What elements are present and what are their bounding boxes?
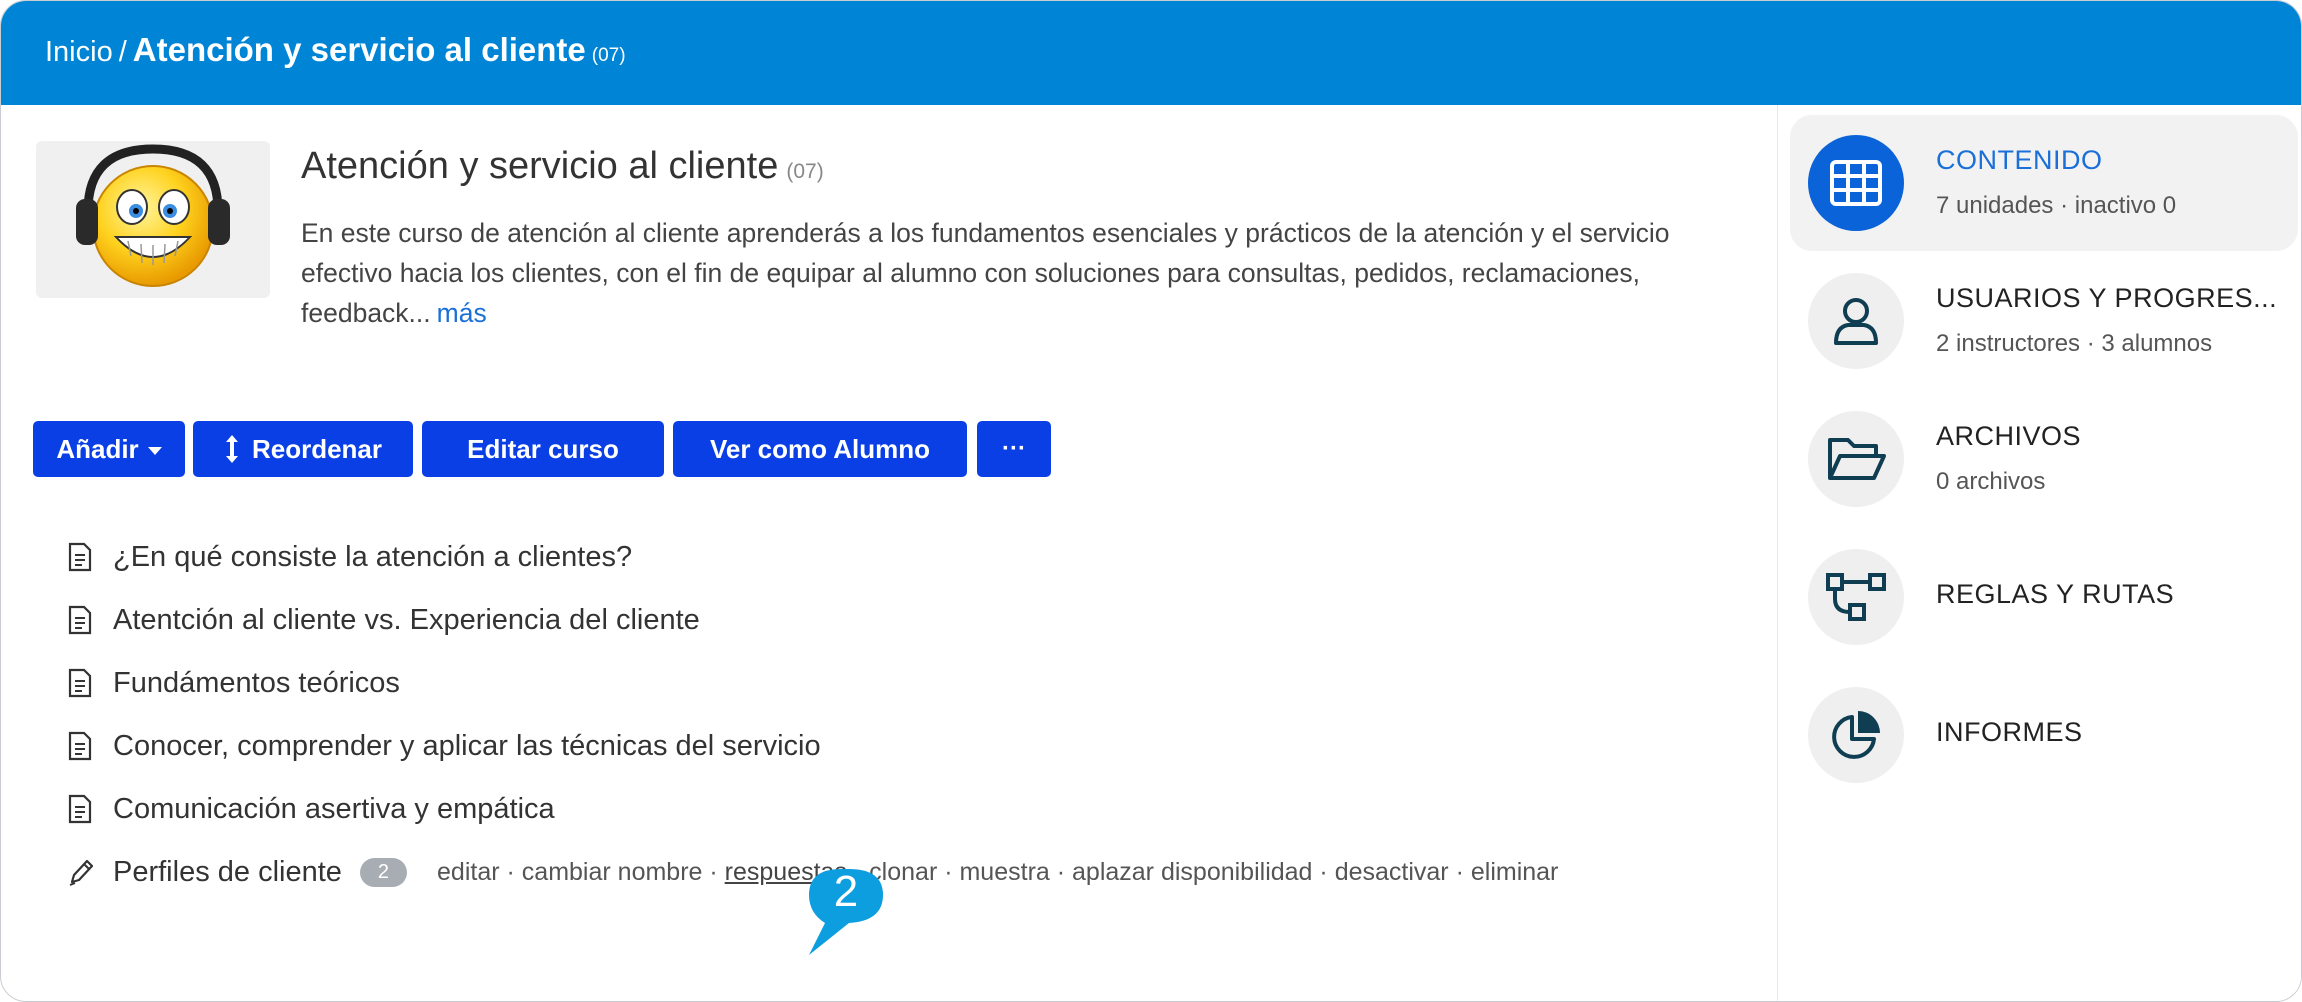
flow-icon: [1826, 573, 1886, 621]
document-icon: [68, 794, 92, 824]
sidebar-item-label: REGLAS Y RUTAS: [1936, 579, 2175, 609]
action-separator: ·: [499, 857, 522, 886]
sidebar-item-label: ARCHIVOS: [1936, 421, 2082, 451]
sidebar-item-label: CONTENIDO: [1936, 145, 2103, 175]
postpone-action-link[interactable]: aplazar disponibilidad: [1072, 858, 1312, 886]
top-bar: Inicio / Atención y servicio al cliente (07…: [1, 1, 2301, 105]
caret-down-icon: [147, 446, 162, 455]
user-icon: [1834, 298, 1878, 345]
breadcrumb-code: (07): [591, 45, 626, 66]
add-button-label: Añadir: [56, 433, 139, 464]
folder-icon-circle: [1808, 411, 1904, 507]
more-options-button[interactable]: ···: [977, 421, 1051, 477]
reorder-button[interactable]: Reordenar: [193, 421, 413, 477]
lesson-title[interactable]: Conocer, comprender y aplicar las técnic…: [113, 730, 821, 763]
sidebar-item-content[interactable]: CONTENIDO 7 unidades · inactivo 0: [1790, 115, 2298, 251]
more-link[interactable]: más: [437, 298, 487, 328]
sidebar-item-users[interactable]: USUARIOS Y PROGRES... 2 instructores · 3…: [1790, 253, 2298, 389]
sidebar-item-label: INFORMES: [1936, 717, 2083, 747]
sidebar-item-files[interactable]: ARCHIVOS 0 archivos: [1790, 391, 2298, 527]
sidebar-item-rules[interactable]: REGLAS Y RUTAS: [1790, 529, 2298, 665]
sample-action-link[interactable]: muestra: [959, 858, 1049, 886]
pencil-icon: [69, 859, 93, 886]
edit-action-link[interactable]: editar: [437, 858, 500, 886]
breadcrumb-separator: /: [118, 36, 127, 68]
lesson-item[interactable]: Conocer, comprender y aplicar las técnic…: [67, 724, 821, 768]
course-description: En este curso de atención al cliente apr…: [301, 213, 1721, 333]
breadcrumb-home-link[interactable]: Inicio: [45, 36, 113, 68]
app-window: Inicio / Atención y servicio al cliente (07…: [0, 0, 2302, 1002]
sidebar-item-label: USUARIOS Y PROGRES...: [1936, 283, 2278, 313]
action-separator: ·: [937, 857, 960, 886]
course-code: (07): [786, 160, 824, 183]
lesson-item[interactable]: ¿En qué consiste la atención a clientes?: [67, 535, 632, 579]
sidebar-item-sub: 0 archivos: [1936, 468, 2046, 495]
flow-icon-circle: [1808, 549, 1904, 645]
grid-icon: [1830, 160, 1882, 206]
reorder-arrows-icon: [225, 435, 238, 463]
deactivate-action-link[interactable]: desactivar: [1335, 858, 1449, 886]
reorder-button-label: Reordenar: [251, 433, 383, 464]
more-options-label: ···: [1002, 435, 1026, 462]
sidebar-item-reports[interactable]: INFORMES: [1790, 667, 2298, 803]
edit-course-label: Editar curso: [467, 433, 619, 464]
lesson-title[interactable]: Fundámentos teóricos: [113, 667, 400, 700]
action-separator: ·: [1049, 857, 1073, 886]
document-icon: [68, 605, 92, 635]
smiley-headset-image: [76, 144, 230, 287]
sidebar-item-sub: 2 instructores · 3 alumnos: [1936, 330, 2213, 357]
lesson-title[interactable]: ¿En qué consiste la atención a clientes?: [113, 541, 632, 574]
delete-action-link[interactable]: eliminar: [1471, 858, 1559, 886]
add-button[interactable]: Añadir: [33, 421, 185, 477]
course-thumbnail: [36, 141, 270, 298]
action-separator: ·: [702, 857, 725, 886]
rename-action-link[interactable]: cambiar nombre: [522, 858, 703, 886]
step-callout: 2: [791, 865, 895, 961]
view-as-student-label: Ver como Alumno: [709, 433, 931, 464]
pie-chart-icon-circle: [1808, 687, 1904, 783]
lesson-title[interactable]: Comunicación asertiva y empática: [113, 793, 555, 826]
course-description-text: En este curso de atención al cliente apr…: [301, 218, 1670, 328]
row-actions: editar · cambiar nombre · respuestas · c…: [437, 858, 1558, 887]
edit-course-button[interactable]: Editar curso: [422, 421, 664, 477]
breadcrumb-current: Atención y servicio al cliente: [132, 31, 586, 68]
lesson-item[interactable]: Fundámentos teóricos: [67, 661, 400, 705]
lesson-item[interactable]: Atentción al cliente vs. Experiencia del…: [67, 598, 700, 642]
document-icon: [68, 731, 92, 761]
lesson-title[interactable]: Atentción al cliente vs. Experiencia del…: [113, 604, 700, 637]
sidebar-item-sub: 7 unidades · inactivo 0: [1936, 192, 2177, 219]
view-as-student-button[interactable]: Ver como Alumno: [673, 421, 967, 477]
action-separator: ·: [1312, 857, 1335, 886]
pie-chart-icon: [1832, 711, 1880, 759]
lesson-title[interactable]: Perfiles de cliente: [113, 856, 342, 889]
lesson-item[interactable]: Comunicación asertiva y empática: [67, 787, 555, 831]
response-count-badge: 2: [359, 857, 408, 887]
document-icon: [68, 668, 92, 698]
document-icon: [68, 542, 92, 572]
breadcrumb: Inicio / Atención y servicio al cliente (07…: [45, 31, 626, 69]
course-sidebar: CONTENIDO 7 unidades · inactivo 0 USUARI…: [1777, 105, 2301, 1001]
action-separator: ·: [1448, 857, 1471, 886]
grid-icon-circle: [1808, 135, 1904, 231]
callout-number: 2: [834, 867, 858, 916]
course-main: Atención y servicio al cliente (07) En es…: [1, 105, 1777, 1001]
user-icon-circle: [1808, 273, 1904, 369]
course-title: Atención y servicio al cliente (07): [301, 145, 824, 188]
folder-icon: [1828, 438, 1886, 480]
course-title-text: Atención y servicio al cliente: [301, 145, 779, 187]
